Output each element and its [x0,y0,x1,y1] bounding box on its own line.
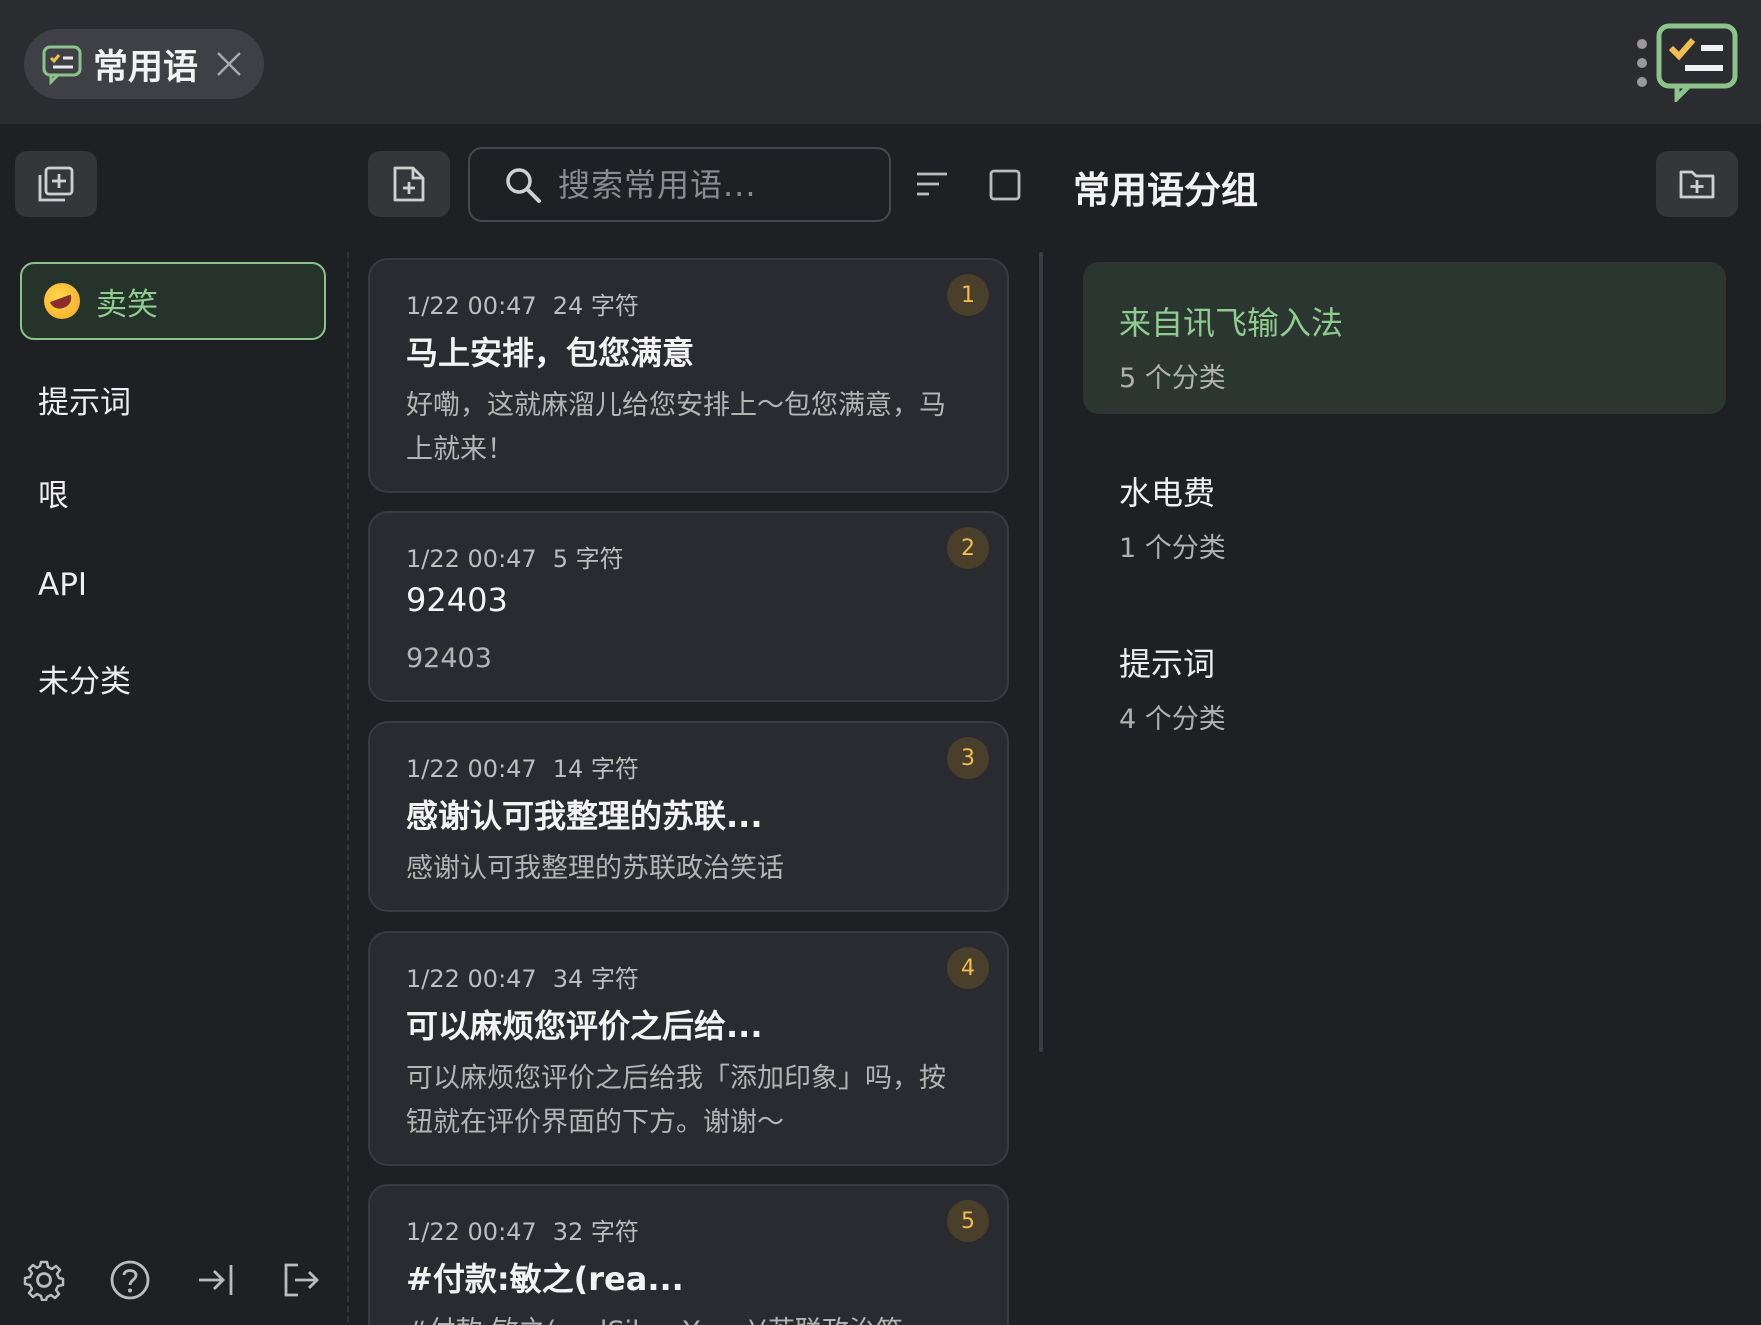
card-title: 可以麻烦您评价之后给... [406,1007,763,1045]
sidebar-item-uncategorized[interactable]: 未分类 [20,639,326,717]
card-time: 1/22 00:47 [406,545,537,573]
sidebar-item-label: 提示词 [38,384,131,421]
help-icon [110,1260,150,1300]
select-all-checkbox[interactable] [983,163,1027,207]
group-count: 1 个分类 [1119,533,1226,564]
card-char-count: 32 字符 [552,1218,639,1246]
group-item-prompts[interactable]: 提示词 4 个分类 [1083,603,1726,755]
card-time: 1/22 00:47 [406,965,537,993]
settings-button[interactable] [20,1256,68,1304]
card-meta: 1/22 00:47 24 字符 [406,286,639,321]
add-phrase-button[interactable] [368,151,450,217]
group-item-utilities[interactable]: 水电费 1 个分类 [1083,432,1726,584]
card-char-count: 24 字符 [552,292,639,320]
card-title: #付款:敏之(rea... [406,1260,684,1298]
card-index-badge: 5 [947,1200,989,1242]
card-index-badge: 2 [947,527,989,569]
sidebar-item-maixiao[interactable]: 卖笑 [20,262,326,340]
sidebar-item-label: 卖笑 [96,286,158,323]
card-body: 好嘞，这就麻溜儿给您安排上～包您满意，马上就来！ [406,390,946,465]
card-char-count: 14 字符 [552,755,639,783]
add-group-button[interactable] [1656,151,1738,217]
add-category-button[interactable] [15,151,97,217]
groups-panel-title: 常用语分组 [1073,169,1258,212]
help-button[interactable] [106,1256,154,1304]
phrase-card[interactable]: 1/22 00:47 24 字符 马上安排，包您满意 好嘞，这就麻溜儿给您安排上～… [368,258,1009,493]
card-time: 1/22 00:47 [406,1218,537,1246]
card-index-badge: 4 [947,947,989,989]
card-body: #付款:敏之(realSilverYang)(苏联政治笑 [406,1310,966,1325]
export-button[interactable] [278,1256,326,1304]
app-logo-icon [1655,22,1739,102]
card-title: 92403 [406,581,508,619]
gear-icon [23,1260,65,1301]
group-count: 4 个分类 [1119,704,1226,735]
search-field[interactable] [468,147,891,222]
sidebar-item-label: 未分类 [38,663,131,700]
add-copy-icon [38,166,74,202]
card-char-count: 34 字符 [552,965,639,993]
card-title: 感谢认可我整理的苏联... [406,797,763,835]
laughing-emoji-icon [44,283,80,319]
phrase-card[interactable]: 1/22 00:47 32 字符 #付款:敏之(rea... #付款:敏之(rea… [368,1184,1009,1325]
sidebar-item-prompts[interactable]: 提示词 [20,360,326,438]
card-meta: 1/22 00:47 14 字符 [406,749,639,784]
card-body: 感谢认可我整理的苏联政治笑话 [406,853,784,884]
chat-checklist-icon [41,43,83,85]
search-input[interactable] [558,165,858,204]
add-file-icon [393,166,425,202]
sidebar-item-gen[interactable]: 哏 [20,453,326,531]
group-name: 水电费 [1119,474,1216,512]
group-name: 来自讯飞输入法 [1119,304,1344,342]
export-icon [284,1263,319,1297]
close-icon[interactable] [214,49,244,79]
card-body: 92403 [406,643,492,674]
phrase-card[interactable]: 1/22 00:47 34 字符 可以麻烦您评价之后给... 可以麻烦您评价之后给… [368,931,1009,1166]
list-scrollbar[interactable] [1039,252,1043,1052]
title-bar: 常用语 [0,0,1761,124]
checkbox-icon [989,169,1021,201]
sort-icon [917,172,947,196]
group-item-xunfei[interactable]: 来自讯飞输入法 5 个分类 [1083,262,1726,414]
card-char-count: 5 字符 [552,545,624,573]
card-time: 1/22 00:47 [406,292,537,320]
group-count: 5 个分类 [1119,363,1226,394]
import-button[interactable] [192,1256,240,1304]
card-body: 可以麻烦您评价之后给我「添加印象」吗，按钮就在评价界面的下方。谢谢～ [406,1063,946,1138]
card-title: 马上安排，包您满意 [406,334,695,372]
add-folder-icon [1679,170,1715,199]
card-time: 1/22 00:47 [406,755,537,783]
card-meta: 1/22 00:47 34 字符 [406,959,639,994]
sidebar-item-label: API [38,567,88,603]
tab-phrases[interactable]: 常用语 [24,29,264,99]
sort-button[interactable] [910,160,954,208]
phrase-card[interactable]: 1/22 00:47 14 字符 感谢认可我整理的苏联... 感谢认可我整理的苏联… [368,721,1009,912]
group-name: 提示词 [1119,645,1216,683]
card-meta: 1/22 00:47 32 字符 [406,1212,639,1247]
sidebar-item-label: 哏 [38,477,69,514]
search-icon [506,167,541,203]
card-index-badge: 1 [947,274,989,316]
card-meta: 1/22 00:47 5 字符 [406,539,624,574]
import-icon [199,1265,233,1295]
card-index-badge: 3 [947,737,989,779]
sidebar-divider [347,252,349,1322]
more-options-icon[interactable] [1634,37,1650,89]
sidebar-item-api[interactable]: API [20,546,326,624]
phrase-card[interactable]: 1/22 00:47 5 字符 92403 92403 2 [368,511,1009,702]
tab-label: 常用语 [93,47,199,88]
